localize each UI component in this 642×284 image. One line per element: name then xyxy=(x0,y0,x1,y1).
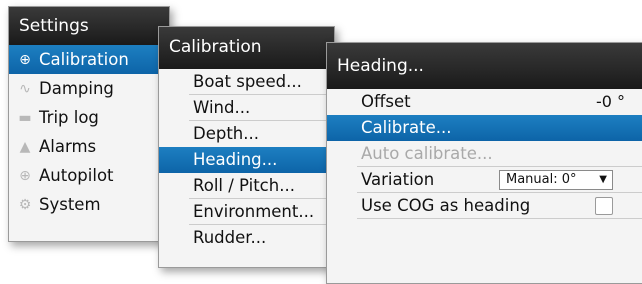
compass-icon: ⊕ xyxy=(19,52,31,68)
settings-item-trip-log[interactable]: ▬ Trip log xyxy=(9,103,169,132)
calibration-item-label: Environment... xyxy=(193,202,315,221)
steering-wheel-icon: ⊕ xyxy=(19,168,31,184)
settings-item-label: Alarms xyxy=(39,137,97,156)
settings-item-label: System xyxy=(39,195,101,214)
variation-dropdown[interactable]: Manual: 0° ▼ xyxy=(499,170,613,190)
calibration-item-label: Roll / Pitch... xyxy=(193,176,295,195)
calibration-title: Calibration xyxy=(159,27,334,69)
calibration-item-wind[interactable]: Wind... xyxy=(159,95,334,121)
use-cog-row: Use COG as heading xyxy=(327,193,642,219)
settings-item-alarms[interactable]: ▲ Alarms xyxy=(9,132,169,161)
calibration-panel: Calibration Boat speed... Wind... Depth.… xyxy=(158,26,335,268)
settings-panel: Settings ⊕ Calibration ∿ Damping ▬ Trip … xyxy=(8,6,170,242)
offset-row[interactable]: Offset -0 ° xyxy=(327,89,642,115)
heading-panel: Heading... Offset -0 ° Calibrate... Auto… xyxy=(326,42,642,284)
gear-icon: ⚙ xyxy=(18,197,32,213)
use-cog-checkbox[interactable] xyxy=(595,197,613,215)
calibration-item-label: Depth... xyxy=(193,124,259,143)
log-icon: ▬ xyxy=(18,110,32,126)
calibration-item-label: Boat speed... xyxy=(193,72,302,91)
settings-item-label: Damping xyxy=(39,79,114,98)
calibration-item-label: Heading... xyxy=(193,150,278,169)
auto-calibrate-button: Auto calibrate... xyxy=(327,141,642,167)
heading-title: Heading... xyxy=(327,43,642,89)
auto-calibrate-label: Auto calibrate... xyxy=(361,144,493,163)
divider xyxy=(357,218,642,219)
variation-dropdown-value: Manual: 0° xyxy=(506,172,577,187)
calibration-item-rudder[interactable]: Rudder... xyxy=(159,225,334,251)
calibration-item-environment[interactable]: Environment... xyxy=(159,199,334,225)
calibration-item-depth[interactable]: Depth... xyxy=(159,121,334,147)
variation-label: Variation xyxy=(361,170,435,189)
calibration-item-label: Rudder... xyxy=(193,228,267,247)
variation-row: Variation Manual: 0° ▼ xyxy=(327,167,642,193)
bell-icon: ▲ xyxy=(19,139,31,155)
calibration-item-boat-speed[interactable]: Boat speed... xyxy=(159,69,334,95)
settings-item-calibration[interactable]: ⊕ Calibration xyxy=(9,45,169,74)
offset-label: Offset xyxy=(361,92,411,111)
settings-item-autopilot[interactable]: ⊕ Autopilot xyxy=(9,161,169,190)
calibrate-button[interactable]: Calibrate... xyxy=(327,115,642,141)
use-cog-label: Use COG as heading xyxy=(361,196,531,215)
settings-item-damping[interactable]: ∿ Damping xyxy=(9,74,169,103)
offset-value: -0 ° xyxy=(595,92,625,111)
settings-item-system[interactable]: ⚙ System xyxy=(9,190,169,219)
calibration-item-heading[interactable]: Heading... xyxy=(159,147,334,173)
settings-item-label: Autopilot xyxy=(39,166,114,185)
calibration-item-label: Wind... xyxy=(193,98,251,117)
settings-title: Settings xyxy=(9,7,169,45)
dropdown-arrow-icon: ▼ xyxy=(599,174,607,185)
calibrate-label: Calibrate... xyxy=(361,118,452,137)
waveform-icon: ∿ xyxy=(19,81,31,97)
settings-item-label: Trip log xyxy=(39,108,99,127)
settings-item-label: Calibration xyxy=(39,50,129,69)
calibration-item-roll-pitch[interactable]: Roll / Pitch... xyxy=(159,173,334,199)
